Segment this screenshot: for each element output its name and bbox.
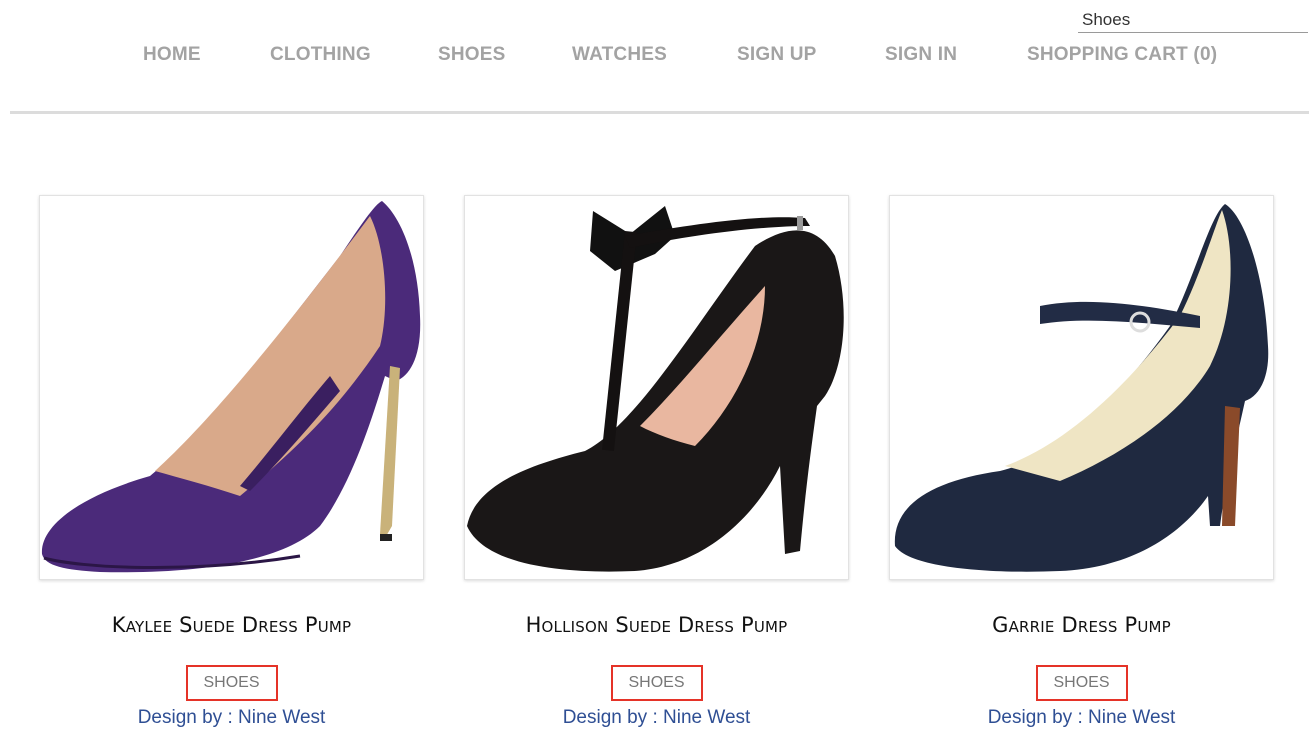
navy-mary-jane-pump-image [894,204,1269,572]
nav-home[interactable]: HOME [143,44,201,66]
search-input[interactable] [1078,8,1308,32]
designer-link[interactable]: Design by : Nine West [464,707,849,729]
purple-suede-pump-image [41,201,421,573]
product-image[interactable] [464,195,849,580]
product-image[interactable] [39,195,424,580]
product-image[interactable] [889,195,1274,580]
black-suede-t-strap-pump-image [467,206,844,572]
product-card: Hollison Suede Dress Pump SHOES Design b… [464,195,849,729]
nav-shoes[interactable]: SHOES [438,44,506,66]
product-card: Garrie Dress Pump SHOES Design by : Nine… [889,195,1274,729]
category-tag[interactable]: SHOES [185,665,278,701]
product-card: Kaylee Suede Dress Pump SHOES Design by … [39,195,424,729]
nav-shopping-cart[interactable]: SHOPPING CART (0) [1027,44,1217,66]
main-nav: HOME CLOTHING SHOES WATCHES SIGN UP SIGN… [0,44,1311,74]
category-tag[interactable]: SHOES [1035,665,1128,701]
product-title[interactable]: Garrie Dress Pump [889,613,1274,637]
search-field[interactable] [1078,8,1308,33]
designer-link[interactable]: Design by : Nine West [889,707,1274,729]
nav-clothing[interactable]: CLOTHING [270,44,371,66]
designer-link[interactable]: Design by : Nine West [39,707,424,729]
product-title[interactable]: Kaylee Suede Dress Pump [39,613,424,637]
nav-sign-up[interactable]: SIGN UP [737,44,817,66]
product-title[interactable]: Hollison Suede Dress Pump [464,613,849,637]
nav-watches[interactable]: WATCHES [572,44,667,66]
header-divider [10,111,1309,114]
category-tag[interactable]: SHOES [610,665,703,701]
nav-sign-in[interactable]: SIGN IN [885,44,957,66]
